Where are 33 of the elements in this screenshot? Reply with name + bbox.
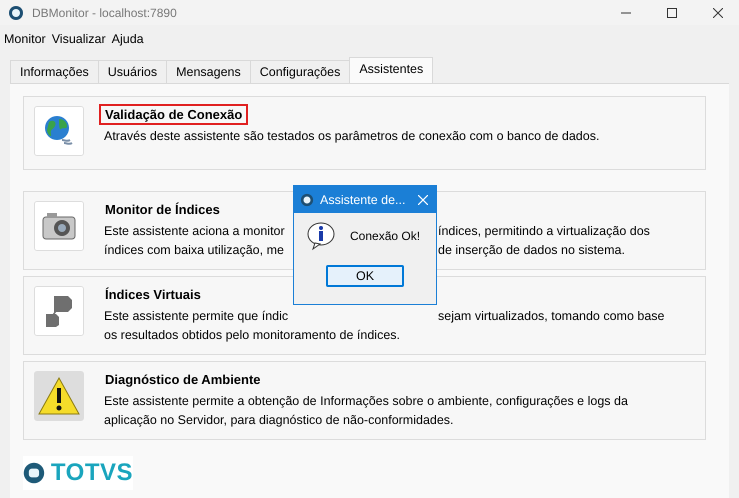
- camera-icon: [41, 210, 77, 242]
- menu-item[interactable]: Monitor: [4, 32, 46, 46]
- tab[interactable]: Informações: [10, 60, 99, 83]
- assistant-description: índices com baixa utilização, me: [104, 242, 285, 259]
- maximize-icon[interactable]: [667, 8, 677, 18]
- tab[interactable]: Assistentes: [349, 57, 434, 83]
- assistant-description: aplicação no Servidor, para diagnóstico de não-conformidades.: [104, 412, 454, 429]
- assistant-description: sejam virtualizados, tomando como base: [438, 308, 665, 325]
- ok-button[interactable]: OK: [326, 265, 404, 287]
- dialog-title: Assistente de...: [320, 192, 406, 206]
- menu-item[interactable]: Visualizar: [52, 32, 106, 46]
- info-icon: [306, 221, 336, 251]
- logo-text: TOTVS: [50, 459, 133, 487]
- assistant-card[interactable]: Validação de Conexão Através deste assistente são testados os parâmetros de conexão com o banco de dados.: [23, 96, 706, 170]
- app-icon: [8, 4, 24, 20]
- assistant-description: Este assistente permite a obtenção de Informações sobre o ambiente, configurações e logs da: [104, 393, 628, 410]
- assistant-description: Este assistente permite que índic: [104, 308, 290, 325]
- close-icon[interactable]: [713, 8, 723, 18]
- window-title: DBMonitor - localhost:7890: [32, 6, 177, 20]
- app-icon: [300, 192, 314, 206]
- assistant-card[interactable]: Diagnóstico de Ambiente Este assistente permite a obtenção de Informações sobre o ambiente, configurações e logs da aplicação no Servidor, para diagnóstico de não-conformidades.: [23, 361, 706, 440]
- assistant-description: os resultados obtidos pelo monitoramento de índices.: [104, 327, 400, 344]
- dialog-message: Conexão Ok!: [350, 229, 420, 243]
- assistant-title[interactable]: Índices Virtuais: [99, 284, 207, 305]
- assistant-title[interactable]: Diagnóstico de Ambiente: [99, 369, 267, 390]
- shapes-icon: [44, 294, 74, 328]
- assistant-description: Através deste assistente são testados os parâmetros de conexão com o banco de dados.: [104, 128, 600, 145]
- assistant-title[interactable]: Validação de Conexão: [99, 104, 248, 125]
- assistant-description: de inserção de dados no sistema.: [438, 242, 625, 259]
- assistant-description: Este assistente aciona a monitor: [104, 223, 286, 240]
- assistant-description: índices, permitindo a virtualização dos: [438, 223, 650, 240]
- menu-item[interactable]: Ajuda: [112, 32, 144, 46]
- assistant-title[interactable]: Monitor de Índices: [99, 199, 226, 220]
